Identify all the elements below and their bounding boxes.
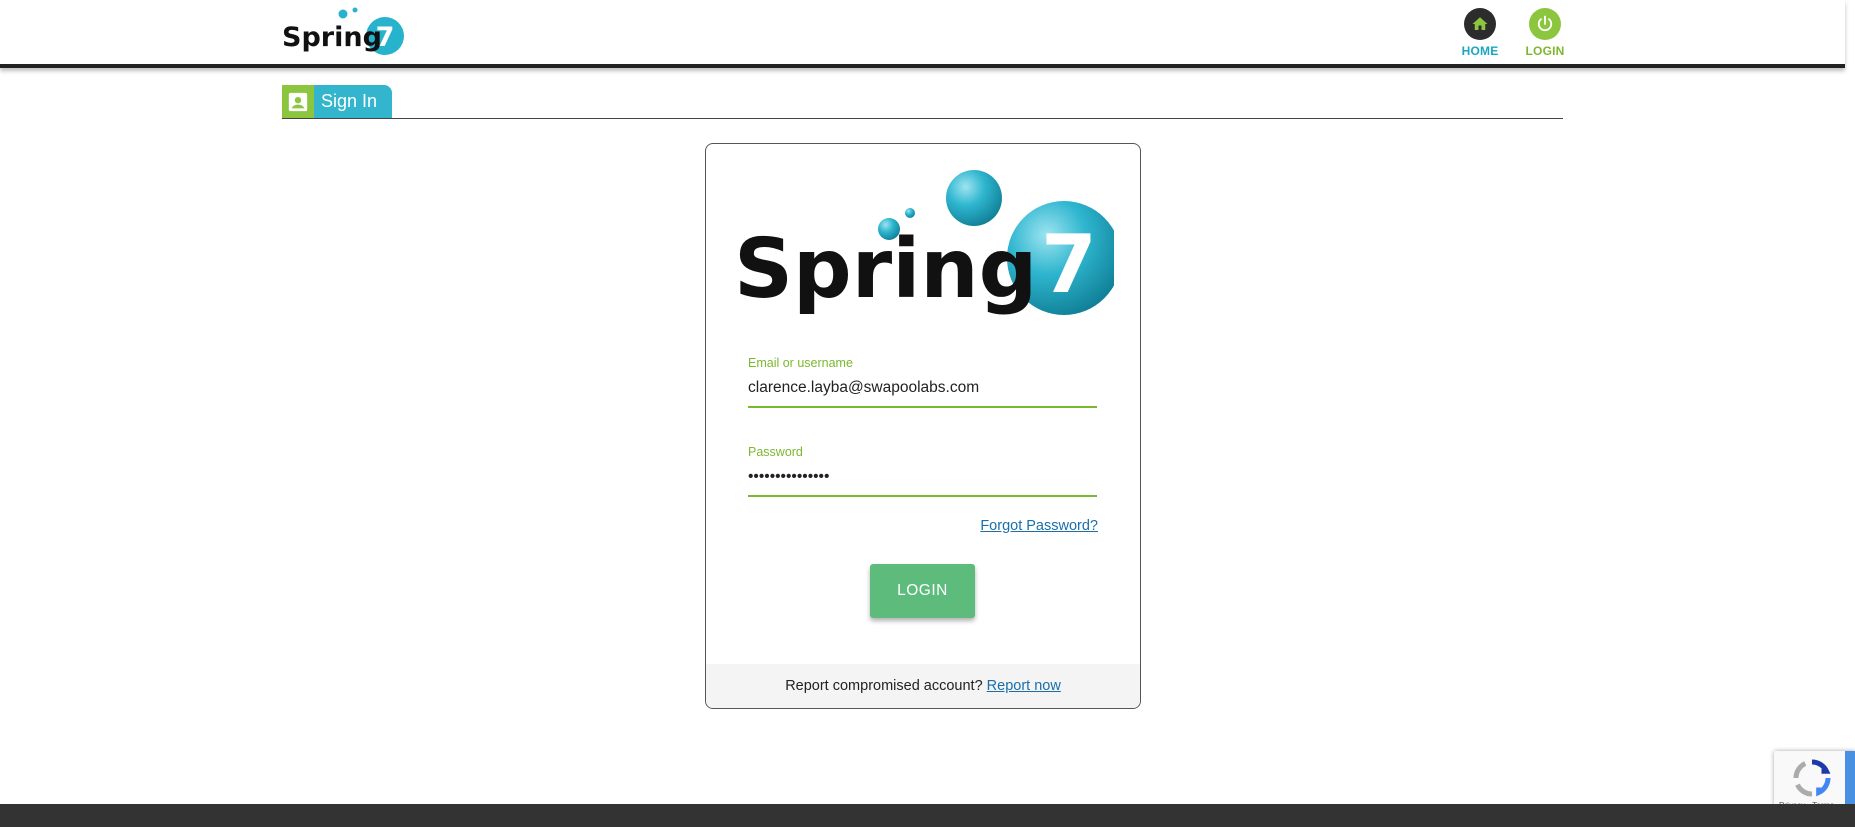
spring7-logo[interactable]: Spring 7 — [282, 6, 407, 58]
report-compromised-text: Report compromised account? — [785, 678, 983, 694]
tab-sign-in[interactable]: Sign In — [282, 85, 392, 118]
footer-bar — [0, 804, 1855, 827]
nav-login-label: LOGIN — [1525, 44, 1565, 58]
spring7-card-logo: Spring 7 — [734, 170, 1114, 317]
account-box-icon — [282, 85, 314, 118]
password-label: Password — [748, 445, 803, 459]
card-footer: Report compromised account? Report now — [706, 664, 1140, 708]
nav-home-button[interactable]: HOME — [1450, 8, 1510, 58]
recaptcha-icon — [1793, 759, 1831, 797]
login-card: Spring 7 Email or username Password Forg… — [705, 143, 1141, 709]
top-header: Spring 7 HOME LOGIN — [0, 0, 1845, 68]
section-tab-bar: Sign In — [282, 85, 1563, 119]
svg-text:7: 7 — [376, 22, 395, 53]
password-field-group: Password — [748, 445, 1097, 497]
tab-sign-in-label: Sign In — [321, 91, 378, 111]
power-icon — [1529, 8, 1561, 40]
nav-home-label: HOME — [1461, 44, 1499, 58]
email-field-group: Email or username — [748, 356, 1097, 408]
password-input[interactable] — [748, 466, 1097, 497]
login-button[interactable]: LOGIN — [870, 564, 975, 618]
forgot-password-link[interactable]: Forgot Password? — [980, 518, 1098, 534]
svg-text:Spring: Spring — [282, 22, 382, 53]
report-now-link[interactable]: Report now — [987, 678, 1061, 694]
email-label: Email or username — [748, 356, 853, 370]
home-icon — [1464, 8, 1496, 40]
nav-login-button[interactable]: LOGIN — [1515, 8, 1575, 58]
email-input[interactable] — [748, 377, 1097, 408]
svg-text:7: 7 — [1041, 218, 1097, 311]
svg-text:Spring: Spring — [734, 222, 1037, 317]
